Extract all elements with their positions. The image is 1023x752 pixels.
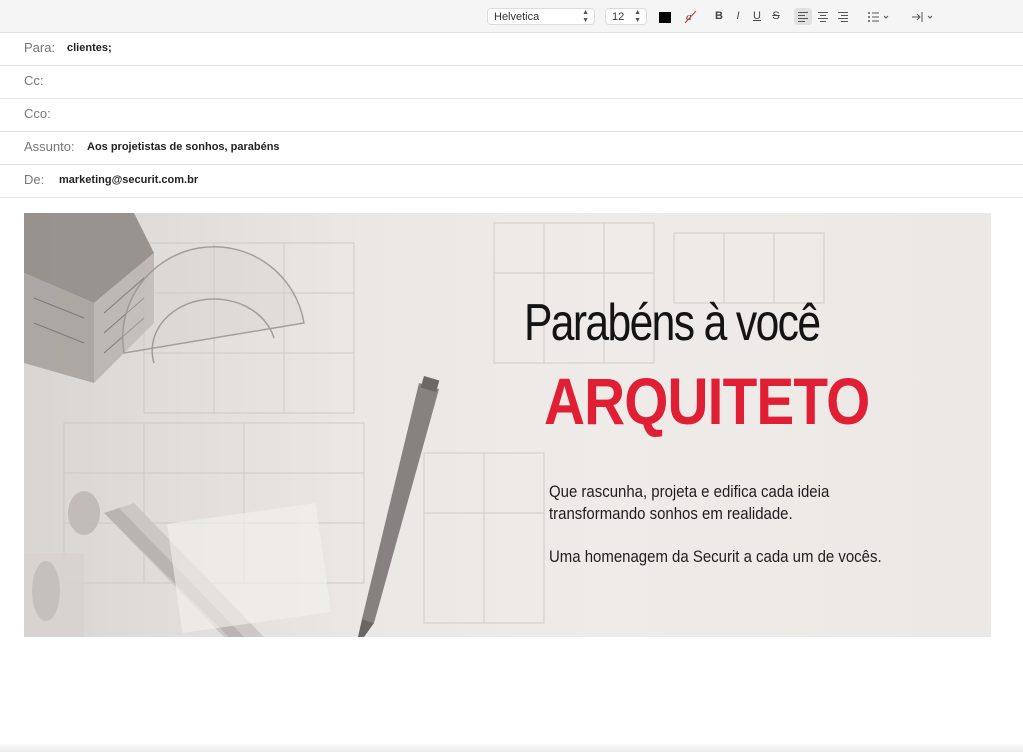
text-color-button[interactable] bbox=[659, 12, 671, 23]
stepper-icon: ▲ ▼ bbox=[582, 9, 589, 24]
to-field[interactable]: Para: clientes; bbox=[0, 32, 1023, 66]
from-value[interactable]: marketing@securit.com.br bbox=[59, 174, 198, 186]
to-value[interactable]: clientes; bbox=[67, 42, 112, 54]
bcc-label: Cco: bbox=[24, 106, 51, 121]
font-size-value: 12 bbox=[612, 11, 625, 23]
font-family-value: Helvetica bbox=[494, 11, 540, 23]
align-center-icon bbox=[818, 12, 828, 24]
align-right-button[interactable] bbox=[836, 8, 850, 25]
to-label: Para: bbox=[24, 40, 56, 55]
font-size-select[interactable]: 12 ▲ ▼ bbox=[605, 8, 647, 25]
list-icon bbox=[868, 12, 889, 22]
highlight-color-button[interactable]: a bbox=[684, 8, 698, 25]
stepper-icon: ▲ ▼ bbox=[634, 9, 641, 24]
align-right-icon bbox=[838, 12, 848, 24]
align-left-button[interactable] bbox=[794, 8, 812, 25]
format-toolbar: Helvetica ▲ ▼ 12 ▲ ▼ a B I U S bbox=[0, 0, 1023, 33]
italic-button[interactable]: I bbox=[732, 8, 744, 25]
from-label: De: bbox=[24, 172, 45, 187]
cc-field[interactable]: Cc: bbox=[0, 65, 1023, 99]
bold-button[interactable]: B bbox=[713, 8, 725, 25]
strikethrough-button[interactable]: S bbox=[770, 8, 782, 25]
indent-menu-button[interactable] bbox=[910, 8, 936, 25]
subject-field[interactable]: Assunto: Aos projetistas de sonhos, para… bbox=[0, 131, 1023, 165]
indent-icon bbox=[912, 12, 933, 22]
underline-button[interactable]: U bbox=[751, 8, 763, 25]
list-menu-button[interactable] bbox=[866, 8, 892, 25]
highlight-icon: a bbox=[684, 10, 697, 24]
banner-headline-accent: ARQUITETO bbox=[544, 364, 870, 438]
align-left-icon bbox=[798, 12, 808, 24]
banner-tagline: Uma homenagem da Securit a cada um de vo… bbox=[549, 547, 882, 566]
from-field[interactable]: De: marketing@securit.com.br bbox=[0, 164, 1023, 198]
font-family-select[interactable]: Helvetica ▲ ▼ bbox=[487, 8, 595, 25]
window-bottom-edge bbox=[0, 742, 1023, 752]
banner-headline: Parabéns à você bbox=[524, 294, 821, 352]
email-banner-image: Parabéns à você ARQUITETO Que rascunha, … bbox=[24, 213, 991, 637]
bcc-field[interactable]: Cco: bbox=[0, 98, 1023, 132]
cc-label: Cc: bbox=[24, 73, 44, 88]
subject-label: Assunto: bbox=[24, 139, 75, 154]
align-center-button[interactable] bbox=[816, 8, 830, 25]
banner-body-text: Que rascunha, projeta e edifica cada ide… bbox=[549, 482, 830, 523]
subject-value[interactable]: Aos projetistas de sonhos, parabéns bbox=[87, 141, 280, 153]
